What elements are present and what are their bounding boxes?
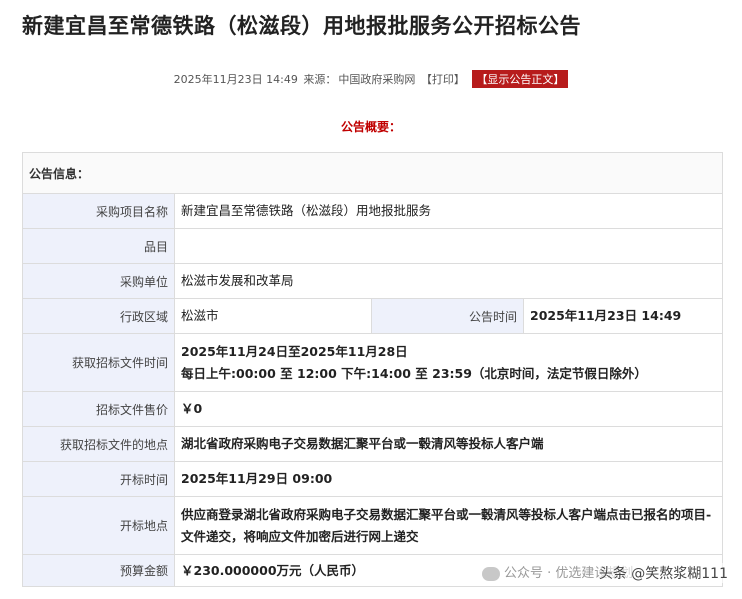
table-row: 开标时间 2025年11月29日 09:00 xyxy=(22,461,724,497)
source-link[interactable]: 中国政府采购网 xyxy=(338,73,415,86)
print-link[interactable]: 【打印】 xyxy=(421,73,465,86)
table-row: 获取招标文件时间 2025年11月24日至2025年11月28日 每日上午:00… xyxy=(22,333,724,392)
region-value: 松滋市 xyxy=(174,298,372,334)
purchaser-value: 松滋市发展和改革局 xyxy=(173,263,724,299)
table-row: 获取招标文件的地点 湖北省政府采购电子交易数据汇聚平台或一毂清风等投标人客户端 xyxy=(22,426,724,462)
article-meta: 2025年11月23日 14:49 来源： 中国政府采购网 【打印】 【显示公告正… xyxy=(0,70,742,88)
price-label: 招标文件售价 xyxy=(22,391,175,427)
open-time-value: 2025年11月29日 09:00 xyxy=(173,461,724,497)
project-name-label: 采购项目名称 xyxy=(22,193,175,229)
budget-label: 预算金额 xyxy=(22,554,175,587)
table-header-row: 公告信息： xyxy=(21,152,724,194)
purchaser-label: 采购单位 xyxy=(22,263,175,299)
publish-date: 2025年11月23日 14:49 xyxy=(173,73,298,86)
overview-title: 公告概要： xyxy=(340,120,401,134)
project-name-value: 新建宜昌至常德铁路（松滋段）用地报批服务 xyxy=(173,193,724,229)
price-value: ￥0 xyxy=(173,391,724,427)
table-row: 采购单位 松滋市发展和改革局 xyxy=(22,263,724,299)
wechat-icon xyxy=(482,566,500,581)
obtain-time-dates: 2025年11月24日至2025年11月28日 xyxy=(181,343,408,359)
obtain-time-hours: 每日上午:00:00 至 12:00 下午:14:00 至 23:59（北京时间… xyxy=(181,365,647,381)
toutiao-watermark: 头条 @笑熬浆糊111 xyxy=(598,563,728,583)
table-row: 行政区域 松滋市 公告时间 2025年11月23日 14:49 xyxy=(22,298,724,334)
table-row: 开标地点 供应商登录湖北省政府采购电子交易数据汇聚平台或一毂清风等投标人客户端点… xyxy=(22,496,724,555)
obtain-place-value: 湖北省政府采购电子交易数据汇聚平台或一毂清风等投标人客户端 xyxy=(173,426,724,462)
item-label: 品目 xyxy=(22,228,175,264)
table-row: 采购项目名称 新建宜昌至常德铁路（松滋段）用地报批服务 xyxy=(22,193,724,229)
section-header: 公告信息： xyxy=(21,152,724,194)
open-place-label: 开标地点 xyxy=(22,496,175,555)
obtain-time-value: 2025年11月24日至2025年11月28日 每日上午:00:00 至 12:… xyxy=(173,333,724,392)
open-place-value: 供应商登录湖北省政府采购电子交易数据汇聚平台或一毂清风等投标人客户端点击已报名的… xyxy=(173,496,724,555)
announce-time-value: 2025年11月23日 14:49 xyxy=(522,298,724,334)
announce-time-label: 公告时间 xyxy=(371,298,524,334)
announcement-info-table: 公告信息： 采购项目名称 新建宜昌至常德铁路（松滋段）用地报批服务 品目 采购单… xyxy=(21,152,724,587)
source-label: 来源： xyxy=(303,73,337,86)
table-row: 品目 xyxy=(22,228,724,264)
table-row: 招标文件售价 ￥0 xyxy=(22,391,724,427)
show-content-button[interactable]: 【显示公告正文】 xyxy=(472,70,569,88)
obtain-place-label: 获取招标文件的地点 xyxy=(22,426,175,462)
open-time-label: 开标时间 xyxy=(22,461,175,497)
region-label: 行政区域 xyxy=(22,298,175,334)
obtain-time-label: 获取招标文件时间 xyxy=(22,333,175,392)
item-value xyxy=(173,228,724,264)
page-title: 新建宜昌至常德铁路（松滋段）用地报批服务公开招标公告 xyxy=(22,14,581,38)
